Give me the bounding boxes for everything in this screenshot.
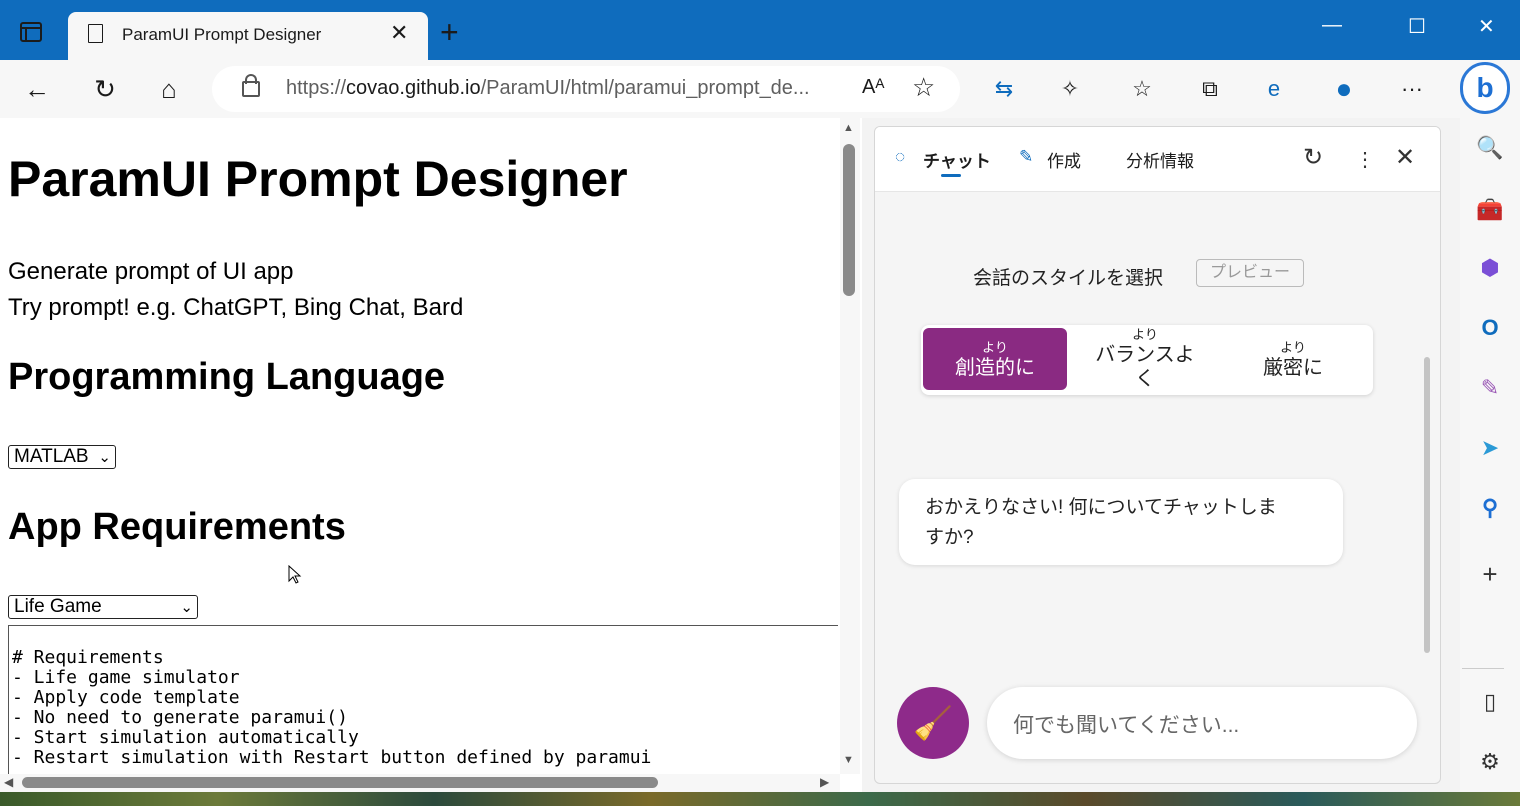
language-heading: Programming Language: [8, 356, 446, 398]
gear-icon[interactable]: ⚙: [1470, 742, 1510, 782]
add-icon[interactable]: +: [1470, 554, 1510, 594]
requirements-heading: App Requirements: [8, 506, 346, 548]
home-icon[interactable]: ⌂: [152, 72, 186, 106]
address-bar[interactable]: https://covao.github.io/ParamUI/html/par…: [212, 66, 960, 112]
sidebar-panel-icon[interactable]: ▯: [1470, 682, 1510, 722]
designer-icon[interactable]: ✎: [1470, 368, 1510, 408]
close-window-icon[interactable]: ✕: [1478, 14, 1495, 39]
tab-title: ParamUI Prompt Designer: [122, 25, 322, 44]
favorite-add-icon[interactable]: ☆: [912, 72, 935, 103]
mode-creative-button[interactable]: より 創造的に: [923, 328, 1067, 390]
minimize-icon[interactable]: —: [1322, 14, 1342, 37]
page-description: Generate prompt of UI app Try prompt! e.…: [8, 254, 463, 326]
desc-line-1: Generate prompt of UI app: [8, 258, 294, 285]
microsoft365-icon[interactable]: ⬢: [1470, 248, 1510, 288]
scroll-left-icon[interactable]: ◀: [4, 775, 13, 789]
back-arrow-icon[interactable]: ←: [20, 72, 54, 106]
mode-creative-small: より: [982, 340, 1008, 355]
pane-header: ◌ チャット ✎ 作成 分析情報 ↻ ⋮ ✕: [875, 127, 1440, 192]
new-topic-broom-icon[interactable]: 🧹: [897, 687, 969, 759]
conversation-style-selector: より 創造的に より バランスよ く より 厳密に: [921, 325, 1373, 395]
preview-badge: プレビュー: [1196, 259, 1304, 287]
page-title: ParamUI Prompt Designer: [8, 151, 628, 207]
requirements-select-value: Life Game: [14, 596, 102, 617]
url-text[interactable]: https://covao.github.io/ParamUI/html/par…: [286, 77, 846, 100]
vertical-scrollbar[interactable]: ▲ ▼: [840, 118, 860, 774]
compose-icon: ✎: [1019, 147, 1034, 166]
title-bar: ParamUI Prompt Designer ✕ + — ☐ ✕: [0, 0, 1520, 60]
browser-tab[interactable]: ParamUI Prompt Designer ✕: [68, 12, 428, 60]
web-page: ParamUI Prompt Designer Generate prompt …: [0, 118, 840, 774]
mode-balanced-button[interactable]: より バランスよ く: [1073, 327, 1217, 390]
greeting-line-2: すか?: [925, 527, 974, 548]
search-icon[interactable]: 🔍: [1470, 128, 1510, 168]
requirements-textarea[interactable]: # Requirements - Life game simulator - A…: [8, 625, 838, 774]
sidebar-icon[interactable]: [20, 22, 42, 42]
puzzle-icon[interactable]: ✧: [1052, 72, 1088, 106]
mode-balanced-small: より: [1132, 327, 1158, 342]
mode-creative-label: 創造的に: [955, 357, 1035, 379]
tab-insights[interactable]: 分析情報: [1126, 147, 1194, 172]
collections-icon[interactable]: ⧉: [1192, 72, 1228, 106]
copilot-pane: ◌ チャット ✎ 作成 分析情報 ↻ ⋮ ✕ 会話のスタイルを選択 プレビュー …: [874, 126, 1441, 784]
outlook-icon[interactable]: O: [1470, 308, 1510, 348]
bing-search-icon[interactable]: ⚲: [1470, 488, 1510, 528]
chat-input[interactable]: 何でも聞いてください...: [987, 687, 1417, 759]
favorites-icon[interactable]: ☆: [1124, 72, 1160, 106]
greeting-line-1: おかえりなさい! 何についてチャットしま: [925, 497, 1277, 518]
mode-balanced-label: バランスよ: [1095, 344, 1195, 366]
horizontal-scrollbar[interactable]: ◀ ▶: [0, 774, 840, 792]
scroll-right-icon[interactable]: ▶: [820, 775, 829, 789]
scroll-down-icon[interactable]: ▼: [843, 754, 854, 766]
bing-icon[interactable]: b: [1460, 62, 1510, 114]
mouse-cursor-icon: [288, 565, 302, 584]
more-options-icon[interactable]: ⋮: [1355, 147, 1375, 172]
chevron-down-icon: ⌄: [98, 449, 111, 466]
new-tab-button[interactable]: +: [440, 16, 459, 48]
mode-precise-small: より: [1280, 340, 1306, 355]
navigation-bar: ← ↻ ⌂ https://covao.github.io/ParamUI/ht…: [0, 60, 1520, 118]
sidebar-divider: [1462, 668, 1504, 669]
greeting-message: おかえりなさい! 何についてチャットしま すか?: [899, 479, 1343, 565]
tools-icon[interactable]: 🧰: [1470, 190, 1510, 230]
chat-icon: ◌: [895, 147, 906, 166]
edge-icon[interactable]: e: [1256, 72, 1292, 106]
mode-precise-button[interactable]: より 厳密に: [1221, 328, 1365, 390]
language-select[interactable]: MATLAB ⌄: [8, 445, 116, 469]
maximize-icon[interactable]: ☐: [1408, 14, 1426, 39]
send-icon[interactable]: ➤: [1470, 428, 1510, 468]
refresh-icon[interactable]: ↻: [1303, 143, 1323, 172]
lock-icon[interactable]: [242, 74, 260, 97]
mode-balanced-label-2: く: [1135, 368, 1155, 390]
profile-icon[interactable]: ●: [1326, 72, 1362, 106]
active-tab-indicator: [941, 174, 961, 177]
conversation-style-label: 会話のスタイルを選択: [973, 268, 1164, 289]
edge-sidebar: 🔍 🧰 ⬢ O ✎ ➤ ⚲ + ▯ ⚙: [1460, 118, 1520, 792]
ellipsis-icon[interactable]: ···: [1394, 72, 1430, 106]
scroll-up-icon[interactable]: ▲: [843, 122, 854, 134]
desc-line-2: Try prompt! e.g. ChatGPT, Bing Chat, Bar…: [8, 294, 464, 321]
close-tab-icon[interactable]: ✕: [390, 20, 408, 46]
refresh-icon[interactable]: ↻: [88, 72, 122, 106]
pane-scrollbar[interactable]: [1424, 357, 1430, 653]
sync-icon[interactable]: ⇆: [986, 72, 1022, 106]
language-select-value: MATLAB: [14, 446, 89, 467]
desktop-background-strip: [0, 792, 1520, 806]
tab-compose[interactable]: 作成: [1047, 147, 1081, 172]
vertical-scroll-thumb[interactable]: [843, 144, 855, 296]
tab-chat[interactable]: チャット: [923, 147, 991, 172]
chevron-down-icon: ⌄: [180, 599, 193, 616]
close-pane-icon[interactable]: ✕: [1395, 143, 1415, 172]
mode-precise-label: 厳密に: [1263, 357, 1323, 379]
horizontal-scroll-thumb[interactable]: [22, 777, 658, 788]
read-aloud-icon[interactable]: Aᴬ: [862, 76, 884, 99]
file-icon: [88, 24, 103, 43]
requirements-select[interactable]: Life Game ⌄: [8, 595, 198, 619]
chat-input-placeholder: 何でも聞いてください...: [1013, 714, 1240, 737]
